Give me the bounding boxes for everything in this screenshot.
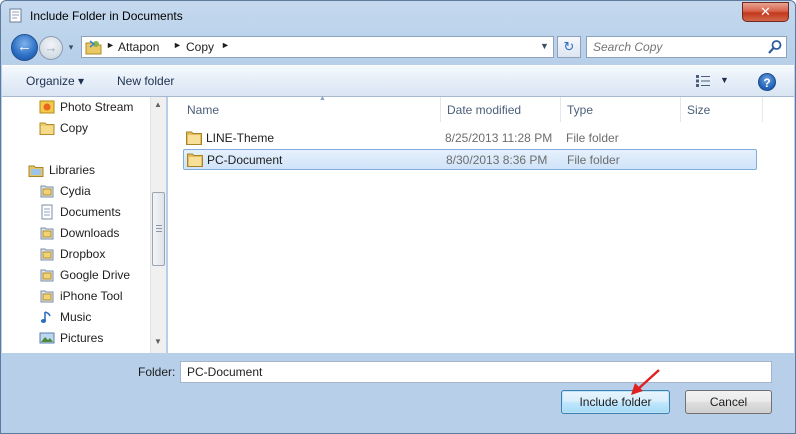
sort-ascending-icon: ▲: [319, 95, 326, 102]
sidebar-item-music[interactable]: Music: [2, 307, 150, 327]
sidebar-item-label: Documents: [60, 205, 121, 219]
photo-stream-icon: [39, 100, 55, 114]
grip-icon: [156, 225, 162, 232]
user-folder-icon: [85, 40, 102, 55]
sidebar-item-libraries[interactable]: Libraries: [2, 160, 150, 180]
command-toolbar: Organize ▾ New folder ▼ ?: [2, 65, 794, 97]
sidebar-item-label: Dropbox: [60, 247, 106, 261]
sidebar-item-label: Photo Stream: [60, 100, 134, 114]
new-folder-button[interactable]: New folder: [117, 74, 174, 88]
navigation-pane: Photo Stream Copy Libraries Cydia Docume…: [2, 97, 166, 353]
library-icon: [40, 227, 54, 240]
table-row[interactable]: LINE-Theme 8/25/2013 11:28 PM File folde…: [183, 128, 757, 149]
column-header-label: Type: [567, 103, 594, 117]
navigation-scrollbar[interactable]: ▲ ▼: [150, 97, 166, 353]
library-icon: [40, 290, 54, 303]
table-row-selected[interactable]: PC-Document 8/30/2013 8:36 PM File folde…: [183, 149, 757, 170]
view-options-dropdown[interactable]: ▼: [720, 75, 729, 85]
search-icon[interactable]: [767, 39, 783, 55]
annotation-arrow-icon: [631, 369, 660, 395]
sidebar-item-label: Downloads: [60, 226, 120, 240]
view-options-icon[interactable]: [696, 75, 710, 87]
recent-locations-dropdown[interactable]: ▾: [65, 41, 77, 53]
file-name: PC-Document: [207, 153, 283, 167]
library-icon: [40, 185, 54, 198]
address-dropdown[interactable]: ▼: [540, 41, 549, 51]
folder-icon: [39, 122, 55, 135]
back-button[interactable]: ←: [11, 34, 38, 61]
help-icon[interactable]: ?: [758, 73, 776, 91]
file-type: File folder: [566, 131, 619, 145]
window-icon: [9, 8, 22, 23]
dialog-window: Include Folder in Documents ✕ ← → ▾ ► At…: [0, 0, 796, 434]
breadcrumb-separator[interactable]: ►: [106, 40, 115, 50]
column-header-type[interactable]: Type: [561, 97, 681, 122]
sidebar-item-label: Copy: [60, 121, 89, 135]
column-header-label: Name: [187, 103, 220, 117]
folder-label: Folder:: [138, 365, 176, 379]
sidebar-item-downloads[interactable]: Downloads: [2, 223, 150, 243]
search-box[interactable]: [586, 36, 787, 58]
file-name: LINE-Theme: [206, 131, 275, 145]
scroll-down-arrow[interactable]: ▼: [154, 337, 162, 346]
documents-library-icon: [41, 204, 53, 220]
scroll-thumb[interactable]: [152, 192, 165, 266]
sidebar-item-google-drive[interactable]: Google Drive: [2, 265, 150, 285]
sidebar-item-label: Cydia: [60, 184, 91, 198]
breadcrumb-separator[interactable]: ►: [173, 40, 182, 50]
scroll-up-arrow[interactable]: ▲: [154, 100, 162, 109]
sidebar-item-label: Libraries: [49, 163, 96, 177]
breadcrumb-attapon[interactable]: Attapon: [118, 40, 159, 54]
file-type: File folder: [567, 153, 620, 167]
sidebar-item-dropbox[interactable]: Dropbox: [2, 244, 150, 264]
sidebar-item-documents[interactable]: Documents: [2, 202, 150, 222]
sidebar-item-copy[interactable]: Copy: [2, 118, 150, 138]
refresh-button[interactable]: ↻: [557, 36, 581, 58]
column-header-name[interactable]: Name ▲: [181, 95, 441, 122]
sidebar-item-label: Music: [60, 310, 92, 324]
folder-icon: [187, 153, 203, 167]
forward-button[interactable]: →: [39, 36, 63, 60]
file-date: 8/25/2013 11:28 PM: [445, 131, 553, 145]
title-bar[interactable]: Include Folder in Documents ✕: [1, 1, 795, 31]
breadcrumb-copy[interactable]: Copy: [186, 40, 214, 54]
sidebar-item-cydia[interactable]: Cydia: [2, 181, 150, 201]
column-header-label: Date modified: [447, 103, 522, 117]
column-header-size[interactable]: Size: [681, 97, 763, 122]
folder-field[interactable]: [180, 361, 772, 383]
sidebar-item-label: Google Drive: [60, 268, 131, 282]
breadcrumb-separator[interactable]: ►: [221, 40, 230, 50]
file-date: 8/30/2013 8:36 PM: [446, 153, 548, 167]
address-bar[interactable]: ► Attapon ► Copy ► ▼: [81, 36, 554, 58]
music-library-icon: [40, 311, 51, 323]
sidebar-item-photo-stream[interactable]: Photo Stream: [2, 97, 150, 117]
folder-icon: [186, 131, 202, 145]
cancel-button[interactable]: Cancel: [685, 390, 772, 414]
sidebar-item-label: Pictures: [60, 331, 104, 345]
search-input[interactable]: [593, 39, 763, 55]
sidebar-item-pictures[interactable]: Pictures: [2, 328, 150, 348]
file-list-pane: Name ▲ Date modified Type Size LINE-Them…: [168, 95, 794, 353]
library-icon: [40, 269, 54, 282]
close-button[interactable]: ✕: [742, 2, 789, 22]
window-title: Include Folder in Documents: [30, 9, 183, 23]
library-icon: [40, 248, 54, 261]
libraries-icon: [28, 165, 44, 177]
column-header-label: Size: [687, 103, 711, 117]
sidebar-item-iphone-tool[interactable]: iPhone Tool: [2, 286, 150, 306]
column-header-date-modified[interactable]: Date modified: [441, 97, 561, 122]
pictures-library-icon: [39, 332, 55, 344]
organize-button[interactable]: Organize ▾: [26, 74, 84, 88]
sidebar-item-label: iPhone Tool: [60, 289, 123, 303]
